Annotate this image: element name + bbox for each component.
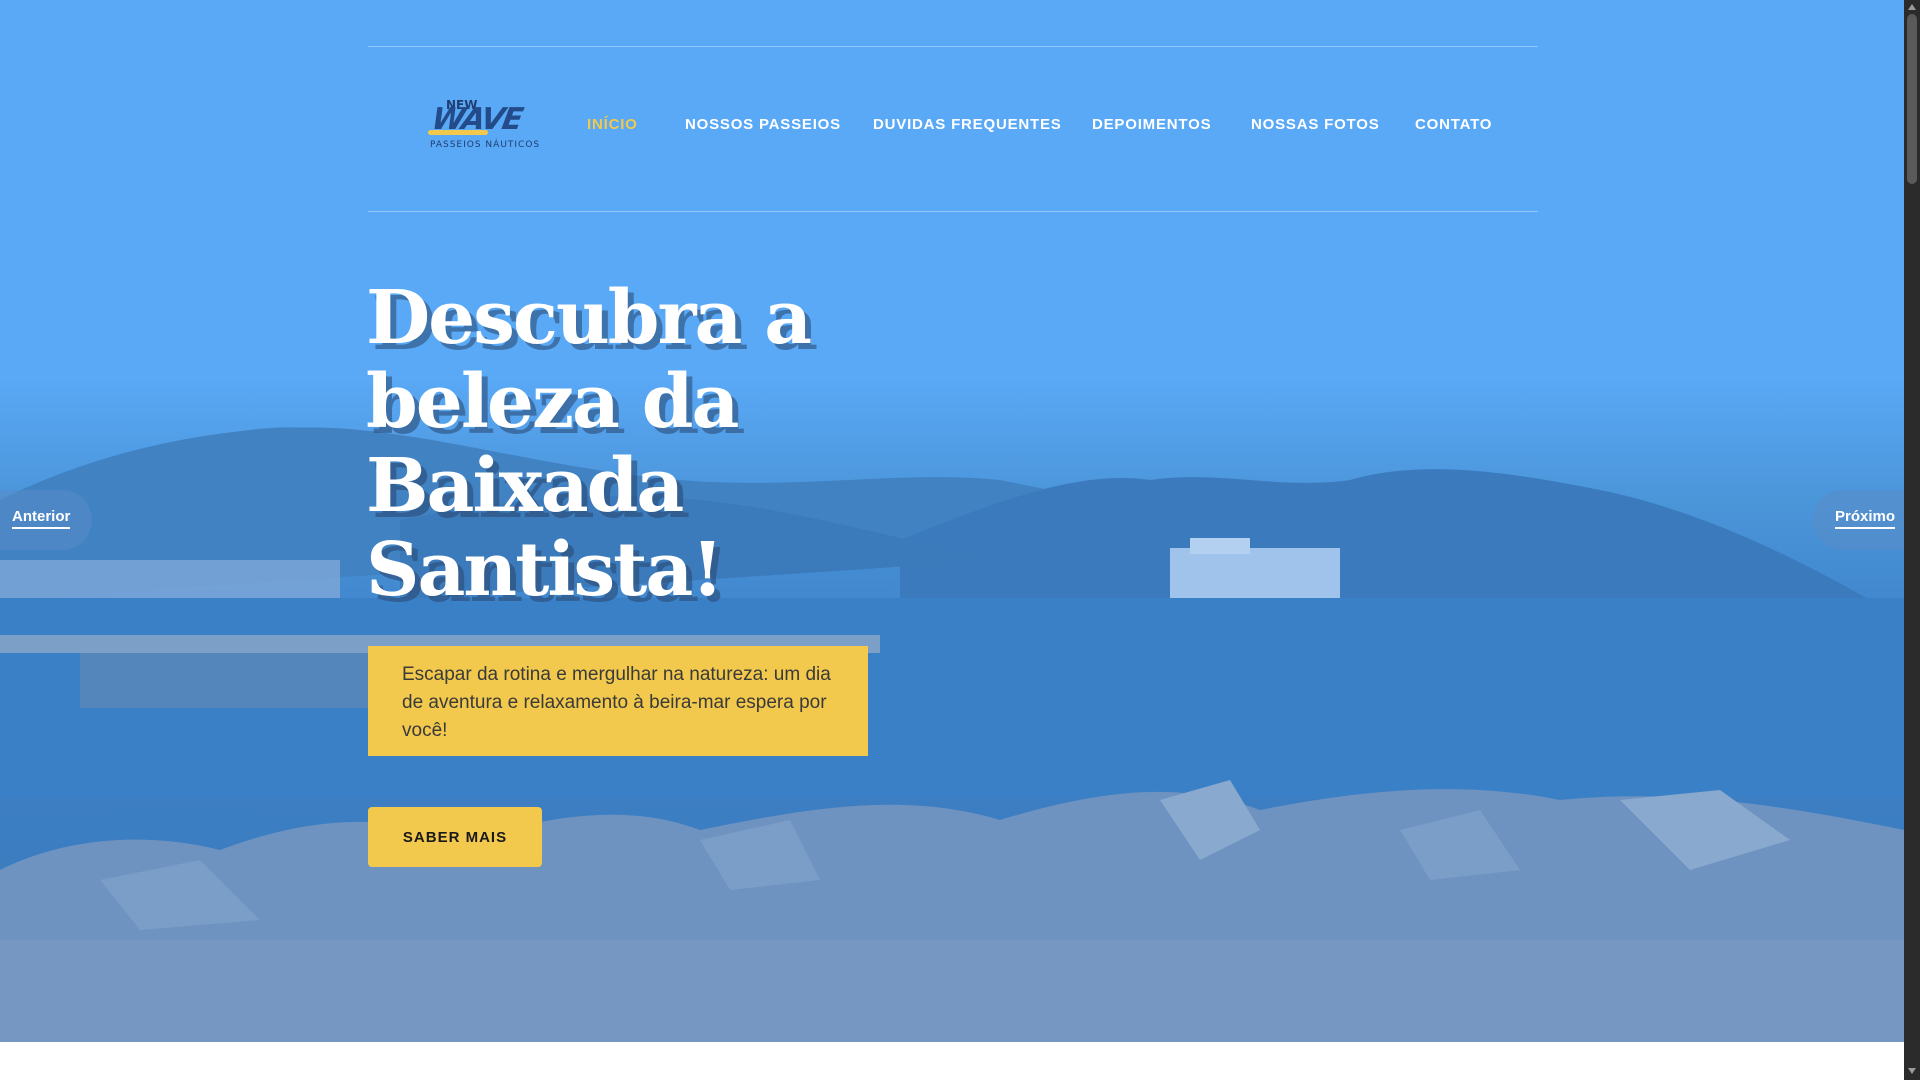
saber-mais-button[interactable]: SABER MAIS	[368, 807, 542, 867]
nav-item-nossos-passeios[interactable]: NOSSOS PASSEIOS	[685, 116, 841, 133]
nav-item-depoimentos[interactable]: DEPOIMENTOS	[1092, 116, 1211, 133]
header-top-divider	[368, 46, 1538, 47]
header-bottom-divider	[368, 211, 1538, 212]
scroll-up-arrow-icon[interactable]	[1908, 4, 1916, 10]
slider-next-label: Próximo	[1835, 508, 1896, 529]
slider-next-button[interactable]: Próximo	[1813, 490, 1904, 550]
hero-description-box: Escapar da rotina e mergulhar na naturez…	[368, 646, 868, 756]
scroll-down-arrow-icon[interactable]	[1908, 1068, 1916, 1074]
hero-description: Escapar da rotina e mergulhar na naturez…	[402, 664, 831, 741]
slider-previous-button[interactable]: Anterior	[0, 490, 92, 550]
main-navigation: INÍCIO NOSSOS PASSEIOS DUVIDAS FREQUENTE…	[0, 116, 1904, 140]
slider-previous-label: Anterior	[12, 508, 71, 529]
hero-title: Descubra a beleza da Baixada Santista!	[366, 275, 812, 613]
logo-subtitle: PASSEIOS NÁUTICOS	[430, 140, 541, 150]
nav-item-inicio[interactable]: INÍCIO	[587, 116, 638, 133]
scrollbar-thumb[interactable]	[1907, 14, 1917, 184]
nav-item-duvidas-frequentes[interactable]: DUVIDAS FREQUENTES	[873, 116, 1062, 133]
hero-background-image	[0, 427, 1904, 1042]
hero-section	[0, 0, 1904, 1042]
nav-item-nossas-fotos[interactable]: NOSSAS FOTOS	[1251, 116, 1380, 133]
nav-item-contato[interactable]: CONTATO	[1415, 116, 1492, 133]
